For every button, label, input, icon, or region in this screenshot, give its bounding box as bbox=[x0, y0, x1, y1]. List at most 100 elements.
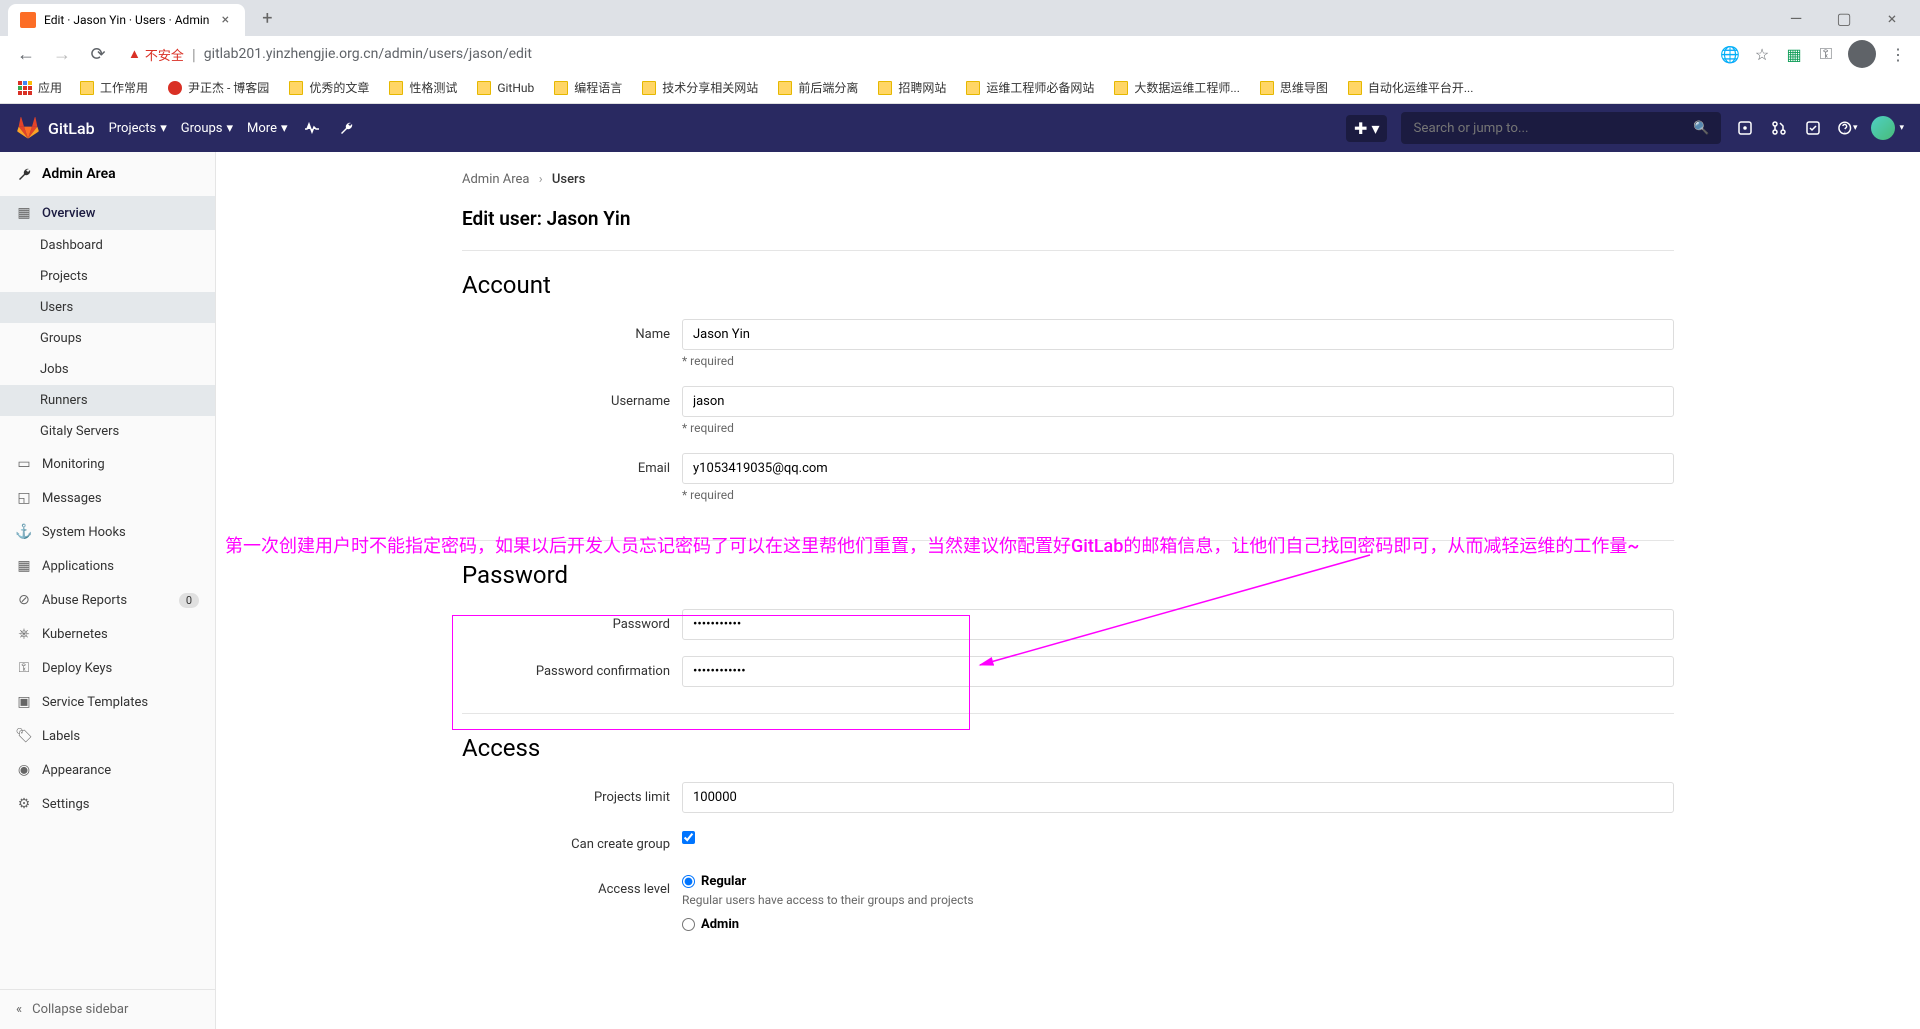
sidebar-item-monitoring[interactable]: ▭Monitoring bbox=[0, 447, 215, 481]
bookmark-item[interactable]: 技术分享相关网站 bbox=[634, 75, 766, 100]
chevron-down-icon: ▾ bbox=[160, 121, 167, 136]
create-new-button[interactable]: ✚▾ bbox=[1346, 115, 1387, 142]
collapse-sidebar-button[interactable]: «Collapse sidebar bbox=[0, 989, 215, 1029]
new-tab-button[interactable]: + bbox=[253, 4, 281, 32]
access-admin-radio[interactable] bbox=[682, 918, 695, 931]
sidebar-item-abuse[interactable]: ⊘Abuse Reports0 bbox=[0, 583, 215, 617]
email-input[interactable] bbox=[682, 453, 1674, 484]
folder-icon bbox=[289, 81, 303, 95]
issues-icon[interactable] bbox=[1735, 118, 1755, 138]
tab-bar: Edit · Jason Yin · Users · Admin × + — ▢… bbox=[0, 0, 1920, 36]
access-regular-radio[interactable] bbox=[682, 875, 695, 888]
sidebar-sub-users[interactable]: Users bbox=[0, 292, 215, 323]
sidebar-item-kubernetes[interactable]: ⎈Kubernetes bbox=[0, 617, 215, 651]
window-controls: — ▢ × bbox=[1776, 4, 1912, 32]
close-tab-icon[interactable]: × bbox=[217, 12, 233, 28]
nav-more[interactable]: More▾ bbox=[247, 121, 287, 136]
forward-button[interactable]: → bbox=[48, 40, 76, 68]
sidebar-item-deploy-keys[interactable]: ⚿Deploy Keys bbox=[0, 651, 215, 685]
wrench-icon[interactable] bbox=[336, 118, 356, 138]
site-icon bbox=[168, 81, 182, 95]
minimize-icon[interactable]: — bbox=[1776, 4, 1816, 32]
folder-icon bbox=[80, 81, 94, 95]
address-bar: ← → ⟳ ▲ 不安全 | gitlab201.yinzhengjie.org.… bbox=[0, 36, 1920, 72]
username-label: Username bbox=[462, 386, 682, 409]
extension-icon[interactable]: ▦ bbox=[1784, 44, 1804, 64]
bookmark-item[interactable]: 招聘网站 bbox=[870, 75, 954, 100]
search-box[interactable]: 🔍 bbox=[1401, 112, 1721, 144]
bookmark-item[interactable]: 自动化运维平台开... bbox=[1340, 75, 1482, 100]
profile-avatar-icon[interactable] bbox=[1848, 40, 1876, 68]
sidebar-item-applications[interactable]: ▦Applications bbox=[0, 549, 215, 583]
sidebar-sub-gitaly[interactable]: Gitaly Servers bbox=[0, 416, 215, 447]
sidebar-item-messages[interactable]: ◱Messages bbox=[0, 481, 215, 515]
sidebar-item-service-templates[interactable]: ▣Service Templates bbox=[0, 685, 215, 719]
password-confirm-input[interactable] bbox=[682, 656, 1674, 687]
password-input[interactable] bbox=[682, 609, 1674, 640]
back-button[interactable]: ← bbox=[12, 40, 40, 68]
search-input[interactable] bbox=[1413, 121, 1693, 136]
section-access: Access Projects limit Can create group A… bbox=[462, 714, 1674, 962]
bookmark-star-icon[interactable]: ☆ bbox=[1752, 44, 1772, 64]
bookmark-item[interactable]: 大数据运维工程师... bbox=[1106, 75, 1248, 100]
gitlab-logo[interactable]: GitLab bbox=[16, 116, 95, 140]
translate-icon[interactable]: 🌐 bbox=[1720, 44, 1740, 64]
name-label: Name bbox=[462, 319, 682, 342]
sidebar-sub-jobs[interactable]: Jobs bbox=[0, 354, 215, 385]
chevron-down-icon: ▾ bbox=[281, 121, 288, 136]
sidebar-sub-groups[interactable]: Groups bbox=[0, 323, 215, 354]
sidebar-item-appearance[interactable]: ◉Appearance bbox=[0, 753, 215, 787]
nav-groups[interactable]: Groups▾ bbox=[181, 121, 233, 136]
breadcrumb: Admin Area › Users bbox=[462, 168, 1674, 187]
create-group-checkbox[interactable] bbox=[682, 831, 695, 844]
apps-icon: ▦ bbox=[16, 558, 32, 574]
section-account: Account Name * required Username * requi… bbox=[462, 251, 1674, 541]
bookmark-item[interactable]: 尹正杰 - 博客园 bbox=[160, 75, 277, 100]
bookmark-item[interactable]: 编程语言 bbox=[546, 75, 630, 100]
apps-button[interactable]: 应用 bbox=[12, 75, 68, 100]
breadcrumb-admin[interactable]: Admin Area bbox=[462, 172, 530, 187]
username-input[interactable] bbox=[682, 386, 1674, 417]
reload-button[interactable]: ⟳ bbox=[84, 40, 112, 68]
sidebar-header[interactable]: Admin Area bbox=[0, 152, 215, 196]
appearance-icon: ◉ bbox=[16, 762, 32, 778]
bookmark-item[interactable]: 性格测试 bbox=[381, 75, 465, 100]
main-layout: Admin Area ▦ Overview Dashboard Projects… bbox=[0, 152, 1920, 1029]
key-icon[interactable]: ⚿ bbox=[1816, 44, 1836, 64]
sidebar-sub-dashboard[interactable]: Dashboard bbox=[0, 230, 215, 261]
merge-requests-icon[interactable] bbox=[1769, 118, 1789, 138]
nav-projects[interactable]: Projects▾ bbox=[109, 121, 167, 136]
sidebar-item-labels[interactable]: 🏷Labels bbox=[0, 719, 215, 753]
label-icon: 🏷 bbox=[16, 728, 32, 744]
sidebar-item-settings[interactable]: ⚙Settings bbox=[0, 787, 215, 821]
todos-icon[interactable] bbox=[1803, 118, 1823, 138]
name-input[interactable] bbox=[682, 319, 1674, 350]
user-avatar-icon bbox=[1871, 116, 1895, 140]
sidebar-item-hooks[interactable]: ⚓System Hooks bbox=[0, 515, 215, 549]
bookmark-item[interactable]: 工作常用 bbox=[72, 75, 156, 100]
chevron-right-icon: › bbox=[539, 172, 543, 187]
chevron-down-icon: ▾ bbox=[1853, 123, 1858, 133]
close-window-icon[interactable]: × bbox=[1872, 4, 1912, 32]
user-menu[interactable]: ▾ bbox=[1871, 116, 1904, 140]
sidebar-item-overview[interactable]: ▦ Overview bbox=[0, 196, 215, 230]
browser-tab[interactable]: Edit · Jason Yin · Users · Admin × bbox=[8, 4, 245, 36]
projects-limit-input[interactable] bbox=[682, 782, 1674, 813]
bookmark-item[interactable]: 思维导图 bbox=[1252, 75, 1336, 100]
bookmark-item[interactable]: 运维工程师必备网站 bbox=[958, 75, 1102, 100]
bookmark-item[interactable]: 优秀的文章 bbox=[281, 75, 377, 100]
maximize-icon[interactable]: ▢ bbox=[1824, 4, 1864, 32]
username-help: * required bbox=[682, 421, 1674, 435]
folder-icon bbox=[642, 81, 656, 95]
sidebar-sub-runners[interactable]: Runners bbox=[0, 385, 215, 416]
url-box[interactable]: ▲ 不安全 | gitlab201.yinzhengjie.org.cn/adm… bbox=[120, 45, 1712, 64]
folder-icon bbox=[878, 81, 892, 95]
help-icon[interactable]: ▾ bbox=[1837, 118, 1857, 138]
gitlab-favicon bbox=[20, 12, 36, 28]
bookmark-item[interactable]: GitHub bbox=[469, 77, 542, 99]
sidebar-sub-projects[interactable]: Projects bbox=[0, 261, 215, 292]
account-heading: Account bbox=[462, 271, 1674, 299]
menu-dots-icon[interactable]: ⋮ bbox=[1888, 44, 1908, 64]
activity-icon[interactable] bbox=[302, 118, 322, 138]
bookmark-item[interactable]: 前后端分离 bbox=[770, 75, 866, 100]
